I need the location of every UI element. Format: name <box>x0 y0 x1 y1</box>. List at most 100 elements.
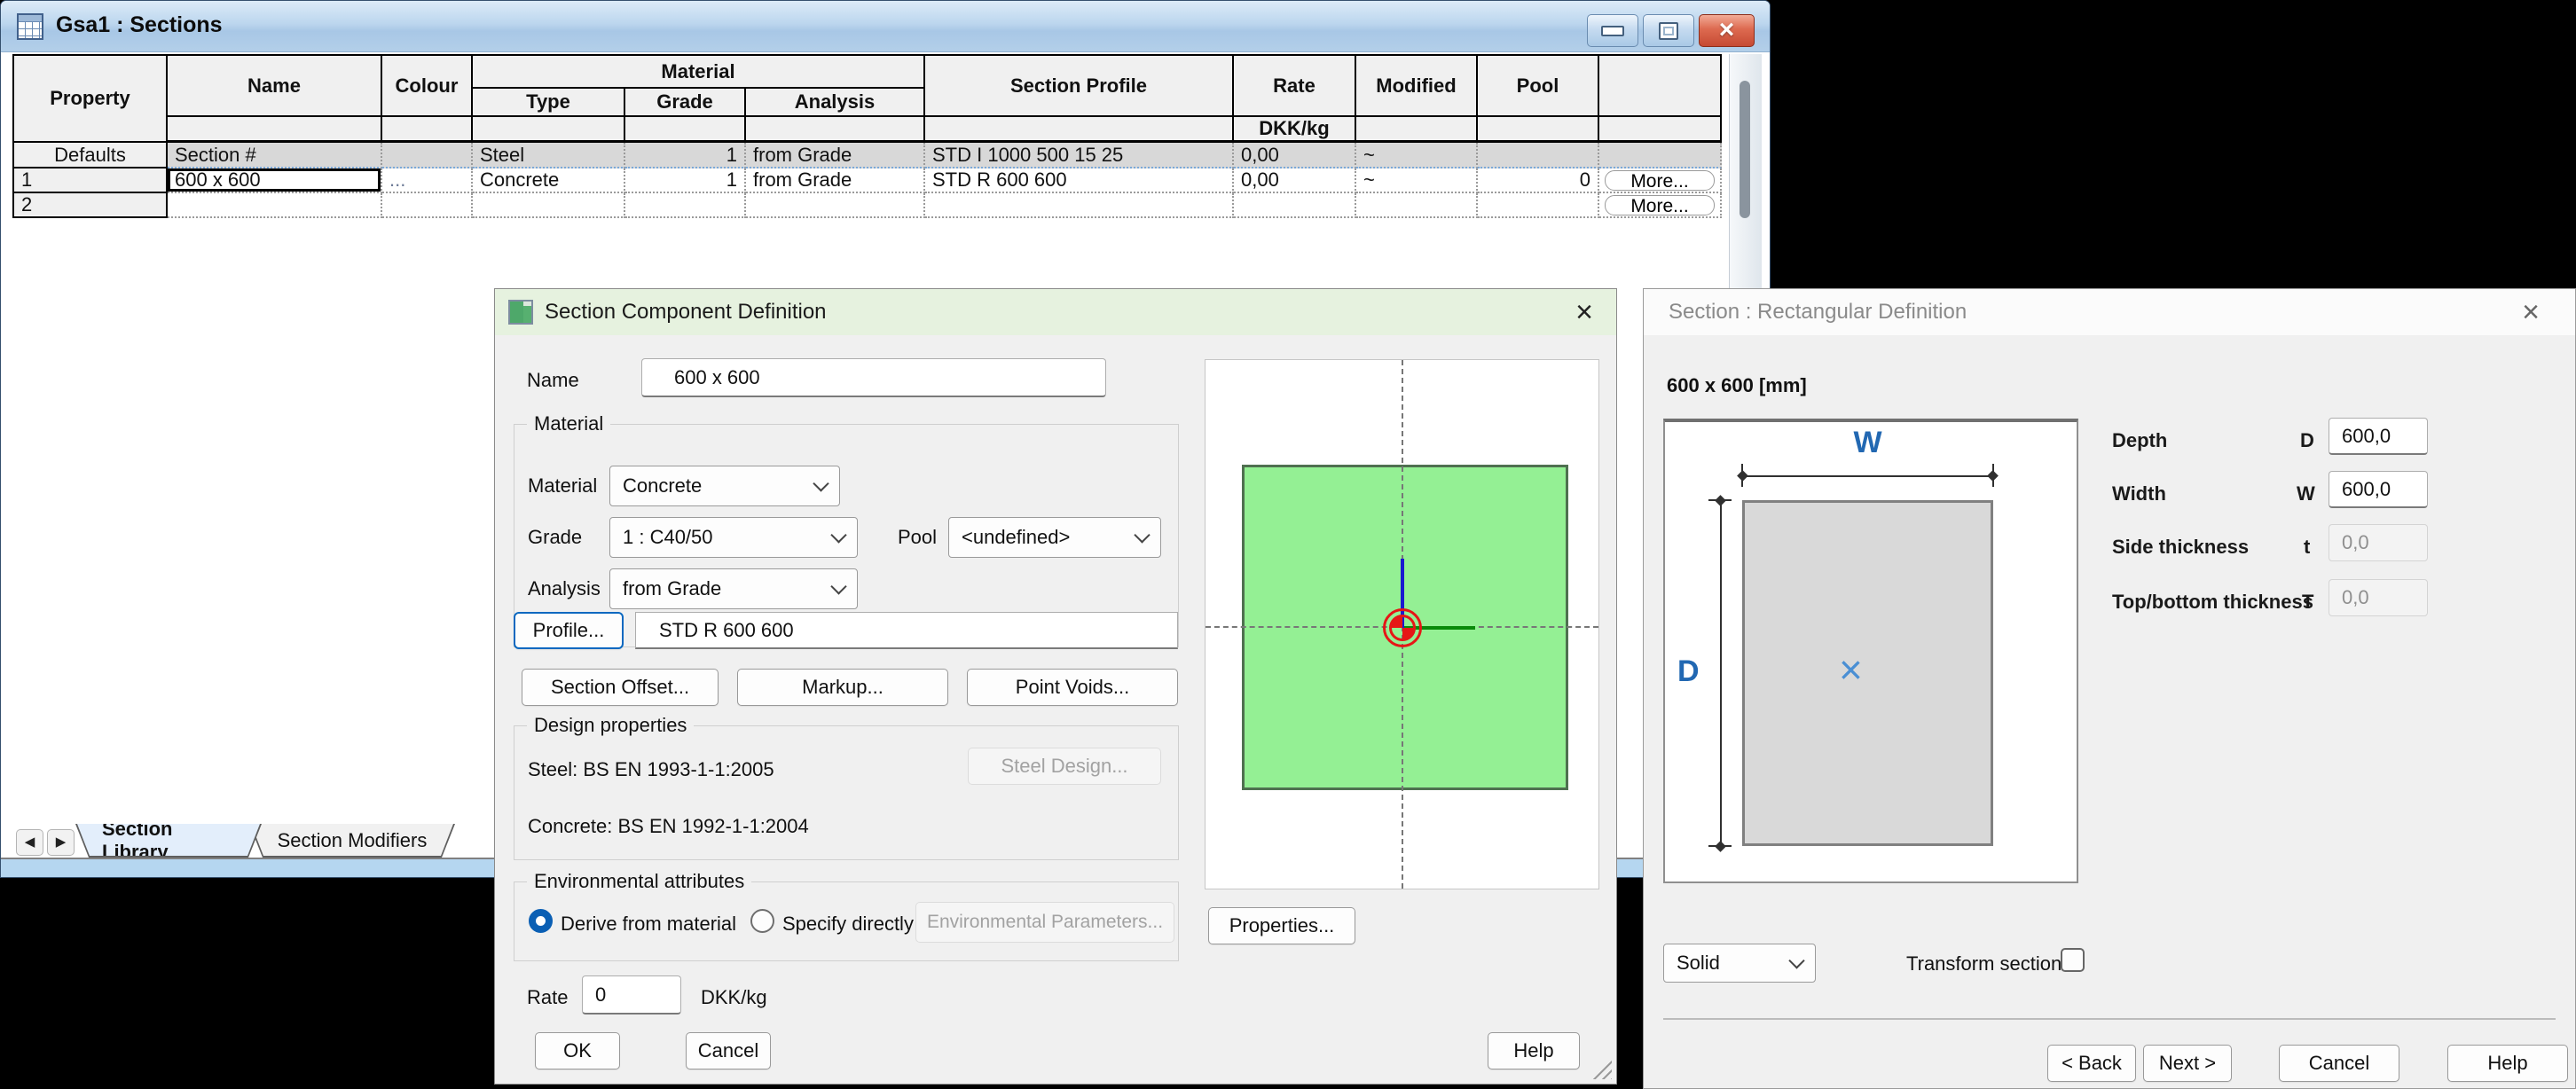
cell-type[interactable]: Concrete <box>473 168 625 193</box>
row-header[interactable]: Defaults <box>14 143 168 168</box>
tab-scroll-right-button[interactable]: ▶ <box>47 829 75 856</box>
minimize-button[interactable] <box>1587 14 1638 47</box>
more-button-row2[interactable]: More... <box>1605 195 1715 215</box>
cell-name-selected[interactable]: 600 x 600 <box>168 168 382 193</box>
units-cell <box>746 117 925 143</box>
cell-analysis[interactable]: from Grade <box>746 143 925 168</box>
transform-section-checkbox[interactable] <box>2061 948 2085 972</box>
dialog-title: Section Component Definition <box>545 300 827 325</box>
cell-grade[interactable] <box>625 193 746 218</box>
cell-colour[interactable]: ... <box>382 168 473 193</box>
units-cell <box>1478 117 1599 143</box>
specify-directly-radio[interactable] <box>750 909 774 933</box>
cell-rate[interactable]: 0,00 <box>1234 168 1356 193</box>
cell-profile[interactable]: STD I 1000 500 15 25 <box>925 143 1234 168</box>
cell-analysis[interactable] <box>746 193 925 218</box>
cell-type[interactable] <box>473 193 625 218</box>
cell-pool[interactable] <box>1478 143 1599 168</box>
component-dialog-titlebar[interactable]: Section Component Definition × <box>495 289 1616 335</box>
material-select[interactable]: Concrete <box>609 466 840 506</box>
next-button[interactable]: Next > <box>2143 1045 2232 1082</box>
transform-section-label[interactable]: Transform section <box>1906 952 2062 975</box>
cell-profile[interactable] <box>925 193 1234 218</box>
arrow-right-icon: ▶ <box>56 834 67 850</box>
profile-input[interactable]: STD R 600 600 <box>635 612 1178 649</box>
derive-from-material-radio[interactable] <box>529 909 553 933</box>
cell-grade[interactable]: 1 <box>625 143 746 168</box>
section-offset-button[interactable]: Section Offset... <box>522 669 719 706</box>
tab-section-modifiers[interactable]: Section Modifiers <box>249 824 455 858</box>
side-thickness-symbol: t <box>2304 536 2310 559</box>
units-cell-rate: DKK/kg <box>1234 117 1356 143</box>
tab-scroll-left-button[interactable]: ◀ <box>16 829 43 856</box>
depth-input[interactable]: 600,0 <box>2329 418 2428 455</box>
tab-section-library[interactable]: Section Library <box>75 824 262 858</box>
shape-type-select[interactable]: Solid <box>1663 944 1816 983</box>
dimension-tick <box>1741 464 1743 487</box>
cell-colour[interactable] <box>382 143 473 168</box>
width-symbol-label: W <box>2297 482 2315 505</box>
col-header-property: Property <box>14 56 168 143</box>
side-thickness-input: 0,0 <box>2329 524 2428 561</box>
section-component-dialog: Section Component Definition × Name 600 … <box>494 288 1617 1085</box>
section-diagram-panel: W D × <box>1663 419 2078 883</box>
cell-profile[interactable]: STD R 600 600 <box>925 168 1234 193</box>
units-cell <box>925 117 1234 143</box>
close-button[interactable]: × <box>1699 14 1755 47</box>
cell-name[interactable] <box>168 193 382 218</box>
markup-button[interactable]: Markup... <box>737 669 948 706</box>
width-input[interactable]: 600,0 <box>2329 471 2428 508</box>
pool-label: Pool <box>898 526 937 549</box>
section-preview-panel <box>1205 359 1599 889</box>
depth-symbol-label: D <box>2300 429 2314 452</box>
cell-buttons: More... <box>1599 168 1722 193</box>
resize-grip-icon[interactable] <box>1590 1058 1612 1079</box>
col-header-analysis: Analysis <box>746 89 925 117</box>
chevron-down-icon <box>830 578 846 594</box>
cell-rate[interactable]: 0,00 <box>1234 143 1356 168</box>
cell-grade[interactable]: 1 <box>625 168 746 193</box>
scrollbar-thumb[interactable] <box>1740 81 1750 218</box>
cancel-button[interactable]: Cancel <box>2279 1045 2399 1082</box>
derive-from-material-label[interactable]: Derive from material <box>561 913 736 936</box>
environmental-parameters-button[interactable]: Environmental Parameters... <box>915 902 1174 943</box>
analysis-select[interactable]: from Grade <box>609 568 858 609</box>
pool-select[interactable]: <undefined> <box>948 517 1161 558</box>
profile-button[interactable]: Profile... <box>514 612 624 649</box>
cell-modified[interactable] <box>1356 193 1478 218</box>
ok-button[interactable]: OK <box>535 1032 620 1069</box>
rate-input[interactable]: 0 <box>582 975 681 1015</box>
steel-code-text: Steel: BS EN 1993-1-1:2005 <box>528 758 774 781</box>
point-voids-button[interactable]: Point Voids... <box>967 669 1178 706</box>
cell-type[interactable]: Steel <box>473 143 625 168</box>
specify-directly-label[interactable]: Specify directly <box>782 913 914 936</box>
maximize-button[interactable] <box>1643 14 1694 47</box>
cell-pool[interactable] <box>1478 193 1599 218</box>
back-button[interactable]: < Back <box>2047 1045 2136 1082</box>
help-button[interactable]: Help <box>2447 1045 2568 1082</box>
help-button[interactable]: Help <box>1488 1032 1580 1069</box>
cancel-button[interactable]: Cancel <box>686 1032 771 1069</box>
cell-colour[interactable] <box>382 193 473 218</box>
sections-titlebar[interactable]: Gsa1 : Sections × <box>1 1 1770 52</box>
cell-name[interactable]: Section # <box>168 143 382 168</box>
name-input[interactable]: 600 x 600 <box>641 358 1106 397</box>
more-button-row1[interactable]: More... <box>1605 170 1715 191</box>
analysis-label: Analysis <box>528 577 601 600</box>
analysis-value: from Grade <box>623 577 721 600</box>
steel-design-button[interactable]: Steel Design... <box>968 748 1161 785</box>
grade-select[interactable]: 1 : C40/50 <box>609 517 858 558</box>
cell-modified[interactable]: ~ <box>1356 168 1478 193</box>
row-header[interactable]: 2 <box>14 193 168 218</box>
grade-value: 1 : C40/50 <box>623 526 713 549</box>
row-header[interactable]: 1 <box>14 168 168 193</box>
cell-rate[interactable] <box>1234 193 1356 218</box>
close-icon[interactable]: × <box>1567 294 1602 330</box>
cell-analysis[interactable]: from Grade <box>746 168 925 193</box>
design-properties-label: Design properties <box>527 714 694 737</box>
rect-dialog-titlebar[interactable]: Section : Rectangular Definition × <box>1644 289 2575 335</box>
close-icon[interactable]: × <box>2513 294 2549 330</box>
cell-modified[interactable]: ~ <box>1356 143 1478 168</box>
properties-button[interactable]: Properties... <box>1208 907 1355 944</box>
cell-pool[interactable]: 0 <box>1478 168 1599 193</box>
